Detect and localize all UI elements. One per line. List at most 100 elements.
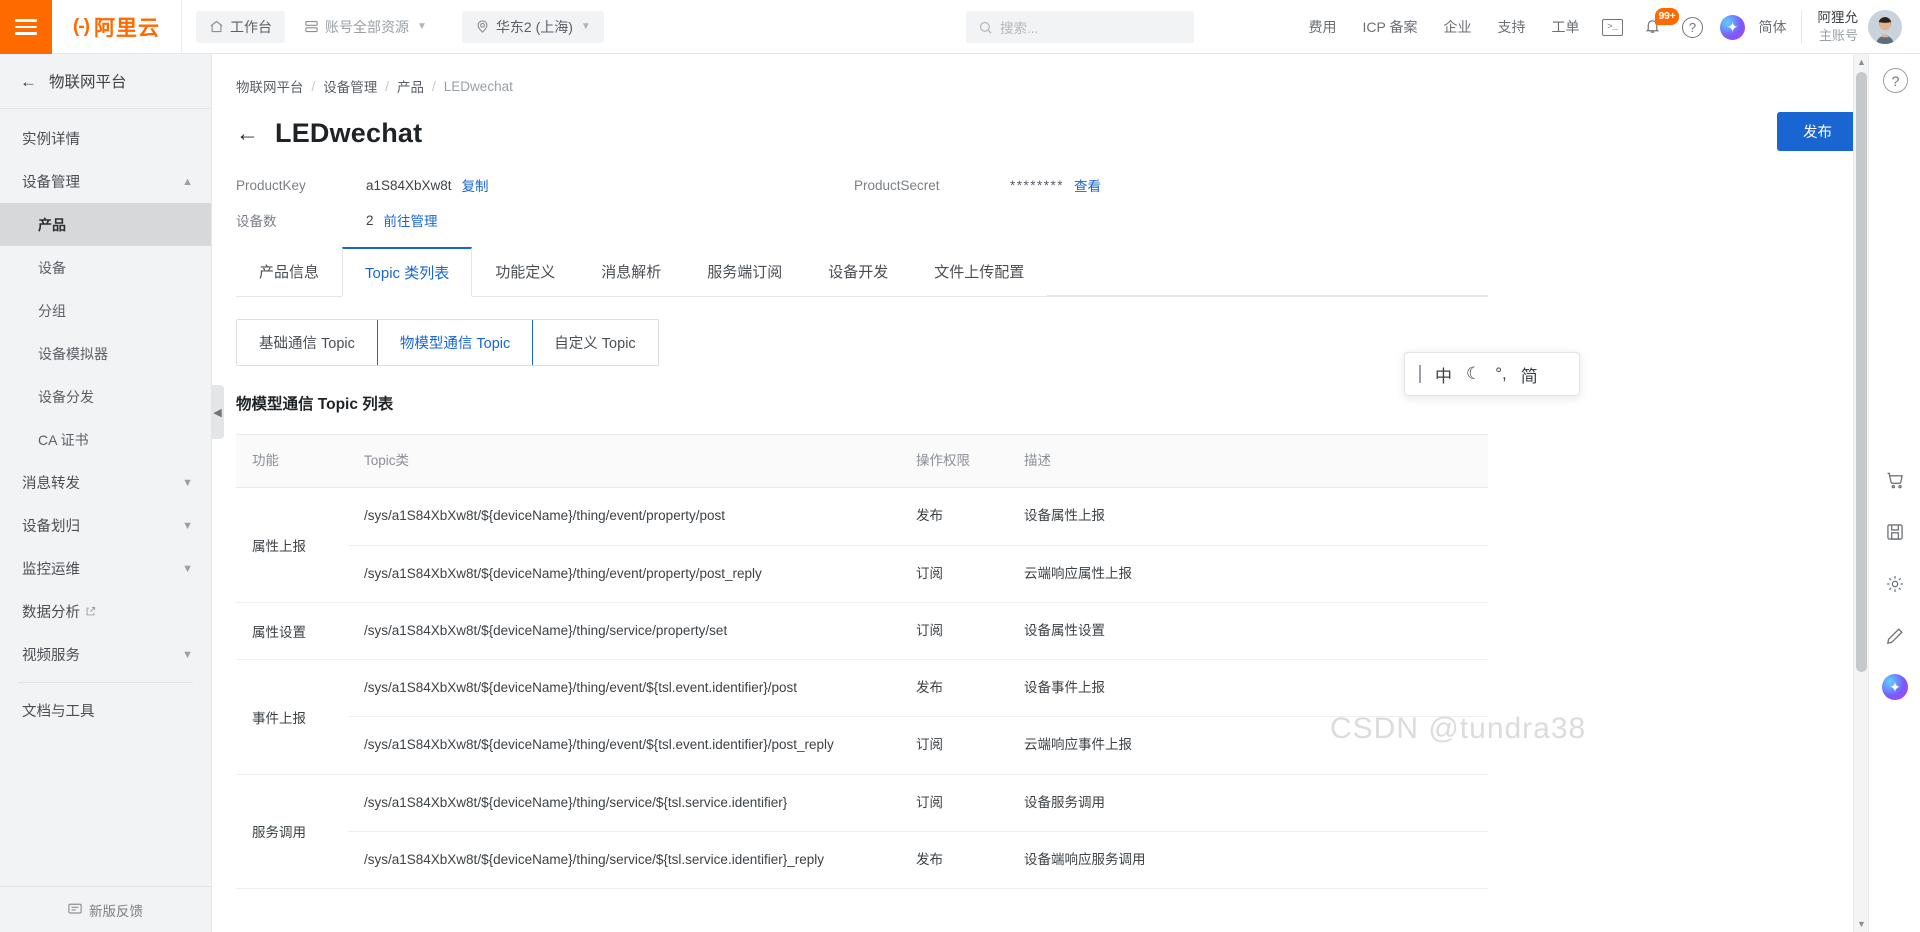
nav-link-support[interactable]: 支持 — [1485, 17, 1539, 37]
table-cell-topic: /sys/a1S84XbXw8t/${deviceName}/thing/eve… — [364, 737, 834, 753]
breadcrumb-item-2[interactable]: 产品 — [397, 76, 424, 96]
column-header-function: 功能 — [252, 453, 279, 468]
sidebar-item-device-simulator[interactable]: 设备模拟器 — [0, 332, 211, 375]
tab-product-info[interactable]: 产品信息 — [236, 247, 342, 297]
sidebar-item-device-distribution[interactable]: 设备分发 — [0, 375, 211, 418]
region-selector[interactable]: 华东2 (上海) ▼ — [461, 10, 604, 43]
table-cell-description: 设备服务调用 — [1024, 794, 1105, 810]
resources-selector[interactable]: 账号全部资源 ▼ — [291, 11, 440, 43]
scroll-up-arrow-icon[interactable]: ▲ — [1854, 54, 1869, 70]
sidebar-collapse-toggle[interactable]: ◀ — [211, 385, 224, 439]
sidebar-feedback-button[interactable]: 新版反馈 — [0, 886, 211, 932]
table-cell-description: 设备事件上报 — [1024, 680, 1105, 695]
ime-simplified-icon[interactable]: 简 — [1521, 362, 1538, 387]
chevron-down-icon: ▼ — [182, 562, 193, 575]
aliyun-logo[interactable]: (-) 阿里云 — [52, 0, 182, 54]
breadcrumb-separator: / — [385, 78, 390, 94]
subtab-basic-topic[interactable]: 基础通信 Topic — [237, 320, 378, 365]
sidebar-item-monitoring-ops[interactable]: 监控运维 ▼ — [0, 547, 211, 590]
settings-button[interactable] — [1869, 558, 1920, 610]
go-to-manage-link[interactable]: 前往管理 — [384, 210, 438, 230]
sidebar-item-label: 分组 — [38, 302, 66, 319]
search-input[interactable]: 搜索... — [966, 11, 1194, 43]
column-header-topic: Topic类 — [364, 453, 410, 468]
sidebar-item-label: 产品 — [38, 216, 66, 233]
nav-link-fee[interactable]: 费用 — [1296, 17, 1350, 37]
breadcrumb-item-1[interactable]: 设备管理 — [323, 76, 377, 96]
search-placeholder: 搜索... — [1000, 21, 1039, 36]
view-product-secret-link[interactable]: 查看 — [1074, 175, 1101, 195]
sidebar-item-device-management[interactable]: 设备管理 ▲ — [0, 160, 211, 203]
sidebar-item-label: 设备划归 — [22, 519, 80, 535]
tab-file-upload-config[interactable]: 文件上传配置 — [911, 247, 1047, 297]
edit-button[interactable] — [1869, 610, 1920, 662]
home-icon — [209, 19, 224, 34]
sidebar-item-instance-detail[interactable]: 实例详情 — [0, 117, 211, 160]
subtab-custom-topic[interactable]: 自定义 Topic — [532, 320, 658, 365]
notifications-button[interactable]: 99+ — [1633, 0, 1680, 54]
sidebar-item-message-forwarding[interactable]: 消息转发 ▼ — [0, 461, 211, 504]
help-circle-icon[interactable]: ? — [1883, 68, 1908, 93]
scrollbar-thumb[interactable] — [1856, 72, 1867, 672]
table-cell-function: 属性上报 — [252, 539, 306, 554]
breadcrumb-item-3: LEDwechat — [443, 78, 513, 94]
account-menu[interactable]: 阿狸允 主账号 — [1802, 9, 1920, 45]
sidebar-item-product[interactable]: 产品 — [0, 203, 211, 246]
sidebar-item-group[interactable]: 分组 — [0, 289, 211, 332]
nav-link-enterprise[interactable]: 企业 — [1431, 17, 1485, 37]
ai-assistant-button[interactable]: ✦ — [1713, 0, 1753, 54]
region-label: 华东2 (上海) — [495, 18, 573, 35]
resources-label: 账号全部资源 — [325, 18, 409, 35]
ai-assistant-icon[interactable]: ✦ — [1882, 674, 1908, 700]
watermark: CSDN @tundra38 — [1330, 712, 1587, 745]
feedback-icon — [68, 903, 82, 916]
tab-device-development[interactable]: 设备开发 — [805, 247, 911, 297]
breadcrumb-item-0[interactable]: 物联网平台 — [236, 76, 304, 96]
nav-link-ticket[interactable]: 工单 — [1539, 17, 1593, 37]
help-circle-icon: ? — [1682, 16, 1703, 38]
table-cell-permission: 订阅 — [916, 622, 943, 638]
tab-message-parsing[interactable]: 消息解析 — [578, 247, 684, 297]
terminal-button[interactable]: >_ — [1593, 0, 1633, 54]
table-cell-permission: 发布 — [916, 508, 943, 524]
tab-topic-list[interactable]: Topic 类列表 — [342, 247, 473, 297]
sidebar-item-device[interactable]: 设备 — [0, 246, 211, 289]
sidebar-item-label: 文档与工具 — [22, 704, 95, 720]
copy-product-key-link[interactable]: 复制 — [462, 175, 489, 195]
nav-link-icp[interactable]: ICP 备案 — [1350, 17, 1431, 37]
left-sidebar: ← 物联网平台 实例详情 设备管理 ▲ 产品 设备 分组 设备模拟器 设备分发 … — [0, 54, 212, 932]
ime-punctuation-icon[interactable]: °, — [1495, 364, 1507, 384]
topic-subtabs: 基础通信 Topic 物模型通信 Topic 自定义 Topic — [236, 319, 659, 366]
tab-function-definition[interactable]: 功能定义 — [472, 247, 578, 297]
tab-server-subscription[interactable]: 服务端订阅 — [684, 247, 805, 297]
sidebar-menu: 实例详情 设备管理 ▲ 产品 设备 分组 设备模拟器 设备分发 CA 证书 消息… — [0, 109, 211, 886]
sidebar-back-header[interactable]: ← 物联网平台 — [0, 54, 211, 109]
sidebar-item-device-assignment[interactable]: 设备划归 ▼ — [0, 504, 211, 547]
language-selector[interactable]: 简体 — [1753, 17, 1801, 37]
cart-button[interactable] — [1869, 454, 1920, 506]
sidebar-item-data-analysis[interactable]: 数据分析 — [0, 590, 211, 633]
save-button[interactable] — [1869, 506, 1920, 558]
sidebar-item-label: 监控运维 — [22, 562, 80, 578]
ime-moon-icon[interactable]: ☾ — [1466, 364, 1481, 384]
scroll-down-arrow-icon[interactable]: ▼ — [1854, 916, 1869, 932]
chevron-down-icon: ▼ — [182, 519, 193, 532]
workbench-button[interactable]: 工作台 — [196, 10, 285, 43]
table-cell-permission: 发布 — [916, 680, 943, 695]
page-scrollbar[interactable]: ▲ ▼ — [1853, 54, 1868, 932]
sidebar-item-label: 设备模拟器 — [38, 345, 108, 362]
sidebar-item-ca-certificate[interactable]: CA 证书 — [0, 418, 211, 461]
main-content: 物联网平台 / 设备管理 / 产品 / LEDwechat ← LEDwecha… — [212, 54, 1920, 932]
subtab-tsl-topic[interactable]: 物模型通信 Topic — [376, 320, 534, 365]
ime-mode-chinese[interactable]: 中 — [1435, 362, 1452, 387]
sidebar-item-video-service[interactable]: 视频服务 ▼ — [0, 633, 211, 676]
column-header-permission: 操作权限 — [916, 453, 970, 468]
publish-button[interactable]: 发布 — [1777, 112, 1858, 151]
logo-text: 阿里云 — [93, 17, 160, 40]
product-secret-value: ******** — [1010, 177, 1065, 193]
hamburger-icon[interactable] — [0, 0, 52, 54]
arrow-left-icon[interactable]: ← — [236, 122, 259, 145]
help-button[interactable]: ? — [1673, 0, 1713, 54]
sidebar-item-docs-tools[interactable]: 文档与工具 — [0, 689, 211, 732]
ime-toolbar[interactable]: 中 ☾ °, 简 — [1404, 352, 1580, 396]
